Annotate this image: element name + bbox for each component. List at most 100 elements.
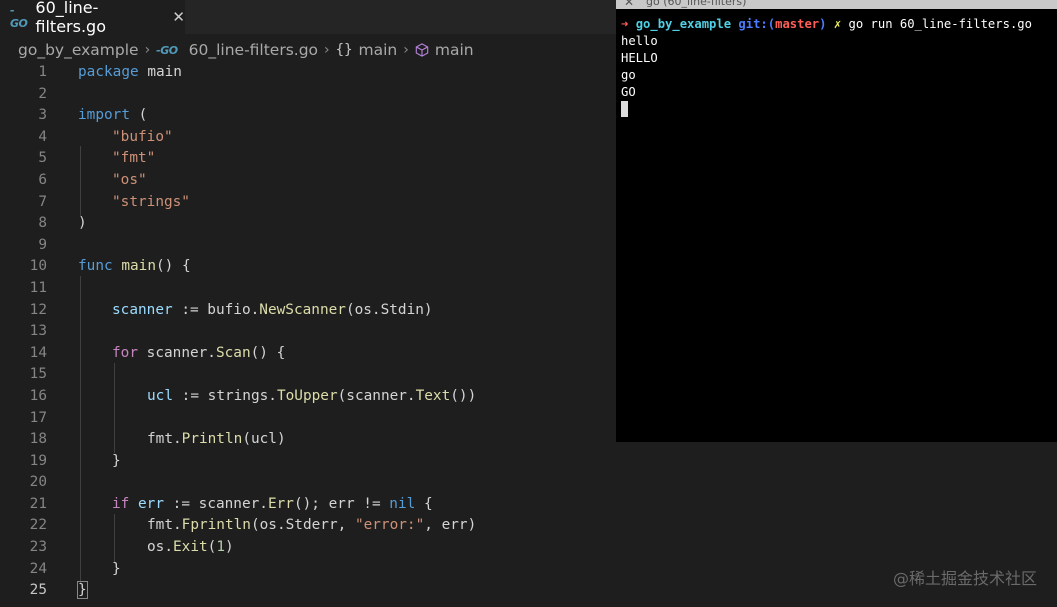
dirty-icon: ✗	[833, 17, 842, 31]
code-text: "bufio"	[112, 127, 173, 149]
terminal-output-line: hello	[621, 34, 658, 48]
line-number: 10	[29, 258, 47, 275]
token-text: }	[112, 560, 121, 577]
code-text: }	[112, 451, 121, 473]
prompt-branch: master	[775, 17, 820, 31]
line-number: 14	[29, 344, 47, 361]
breadcrumb-folder[interactable]: go_by_example	[18, 41, 139, 59]
token-text: main	[138, 64, 182, 80]
token-text: () {	[155, 258, 191, 275]
token-keyword: package	[78, 64, 139, 80]
terminal-output-line: HELLO	[621, 51, 658, 65]
token-text: fmt.	[147, 431, 182, 448]
token-keyword: import	[78, 107, 130, 124]
terminal-output: ➜ go_by_example git:(master) ✗ go run 60…	[621, 16, 1032, 118]
code-text: "os"	[112, 170, 147, 192]
code-text: package main	[78, 62, 182, 84]
close-icon[interactable]: ✕	[172, 8, 185, 26]
token-text: (); err !=	[293, 495, 390, 512]
line-number: 16	[29, 387, 47, 404]
token-text: () {	[250, 344, 286, 361]
token-text: (os.Stdin)	[345, 301, 433, 318]
token-function: ToUpper	[276, 387, 338, 404]
token-variable: err	[138, 495, 164, 512]
token-text: }	[77, 581, 88, 600]
close-icon[interactable]: ✕	[624, 0, 634, 9]
token-string: "os"	[112, 171, 147, 188]
go-file-icon: -GO	[10, 4, 28, 30]
line-number: 8	[38, 215, 47, 232]
code-text: ucl := strings.ToUpper(scanner.Text())	[147, 386, 476, 408]
terminal-output-line: go	[621, 68, 636, 82]
token-function: Println	[181, 431, 243, 448]
line-number: 15	[29, 366, 47, 383]
tab-60-line-filters[interactable]: -GO 60_line-filters.go ✕	[0, 0, 185, 36]
token-variable: ucl	[147, 387, 173, 404]
token-text: fmt.	[147, 517, 182, 534]
code-line: 22 fmt.Fprintln(os.Stderr, "error:", err)	[0, 515, 1057, 537]
tab-label: 60_line-filters.go	[35, 0, 106, 36]
braces-icon: {}	[335, 42, 353, 58]
code-text: scanner := bufio.NewScanner(os.Stdin)	[112, 300, 433, 322]
token-text: , err)	[424, 517, 477, 534]
token-text: := scanner.	[164, 495, 268, 512]
code-text: for scanner.Scan() {	[112, 343, 285, 365]
code-text: }	[112, 559, 121, 581]
line-number: 17	[29, 409, 47, 426]
line-number: 24	[29, 560, 47, 577]
chevron-right-icon: ›	[144, 42, 151, 58]
terminal-cursor[interactable]	[621, 101, 628, 117]
line-number: 5	[38, 150, 47, 167]
line-number: 23	[29, 539, 47, 556]
code-text: os.Exit(1)	[147, 537, 234, 559]
code-text: }	[77, 580, 88, 602]
breadcrumb-symbol[interactable]: main	[435, 41, 474, 59]
line-number: 7	[38, 193, 47, 210]
prompt-directory: go_by_example	[635, 17, 732, 31]
line-number: 3	[38, 107, 47, 124]
line-number: 2	[38, 85, 47, 102]
line-number: 6	[38, 171, 47, 188]
token-text: (os.Stderr,	[250, 517, 355, 534]
code-text: fmt.Println(ucl)	[147, 429, 286, 451]
token-text: := strings.	[173, 387, 277, 404]
token-text: {	[415, 495, 433, 512]
code-text: "fmt"	[112, 148, 155, 170]
token-keyword: func	[78, 258, 113, 275]
code-text: fmt.Fprintln(os.Stderr, "error:", err)	[147, 515, 476, 537]
code-line: 19}	[0, 451, 1057, 473]
line-number: 22	[29, 517, 47, 534]
chevron-right-icon: ›	[324, 42, 330, 58]
cube-icon	[415, 43, 429, 57]
line-number: 4	[38, 128, 47, 145]
line-number: 1	[38, 64, 47, 80]
chevron-right-icon: ›	[403, 42, 409, 58]
code-text: "strings"	[112, 192, 190, 214]
token-string: "error:"	[354, 517, 425, 534]
terminal-output-line: GO	[621, 85, 636, 99]
code-text: import (	[78, 105, 147, 127]
token-text: (	[129, 107, 148, 124]
line-number: 19	[29, 452, 47, 469]
token-function: Exit	[173, 539, 208, 556]
token-function: Scan	[215, 344, 251, 361]
code-text: )	[78, 213, 87, 235]
line-number: 11	[29, 279, 47, 296]
token-text: ())	[450, 387, 477, 404]
terminal-window[interactable]: ✕ go (60_line-filters) ➜ go_by_example g…	[616, 0, 1057, 442]
token-text: }	[112, 452, 121, 469]
token-text: os.	[147, 539, 173, 556]
token-text: scanner.	[138, 344, 216, 361]
token-function: main	[121, 258, 156, 275]
code-text: if err := scanner.Err(); err != nil {	[112, 494, 433, 516]
token-text: )	[225, 539, 234, 556]
token-function: Text	[415, 387, 451, 404]
breadcrumb-file[interactable]: 60_line-filters.go	[189, 41, 318, 59]
go-file-icon: -GO	[156, 43, 178, 57]
token-string: "fmt"	[112, 150, 156, 167]
line-number: 18	[29, 431, 47, 448]
breadcrumb-scope[interactable]: main	[359, 41, 398, 59]
token-function: Fprintln	[181, 517, 251, 534]
code-text: func main() {	[78, 256, 191, 278]
line-number: 12	[29, 301, 47, 318]
